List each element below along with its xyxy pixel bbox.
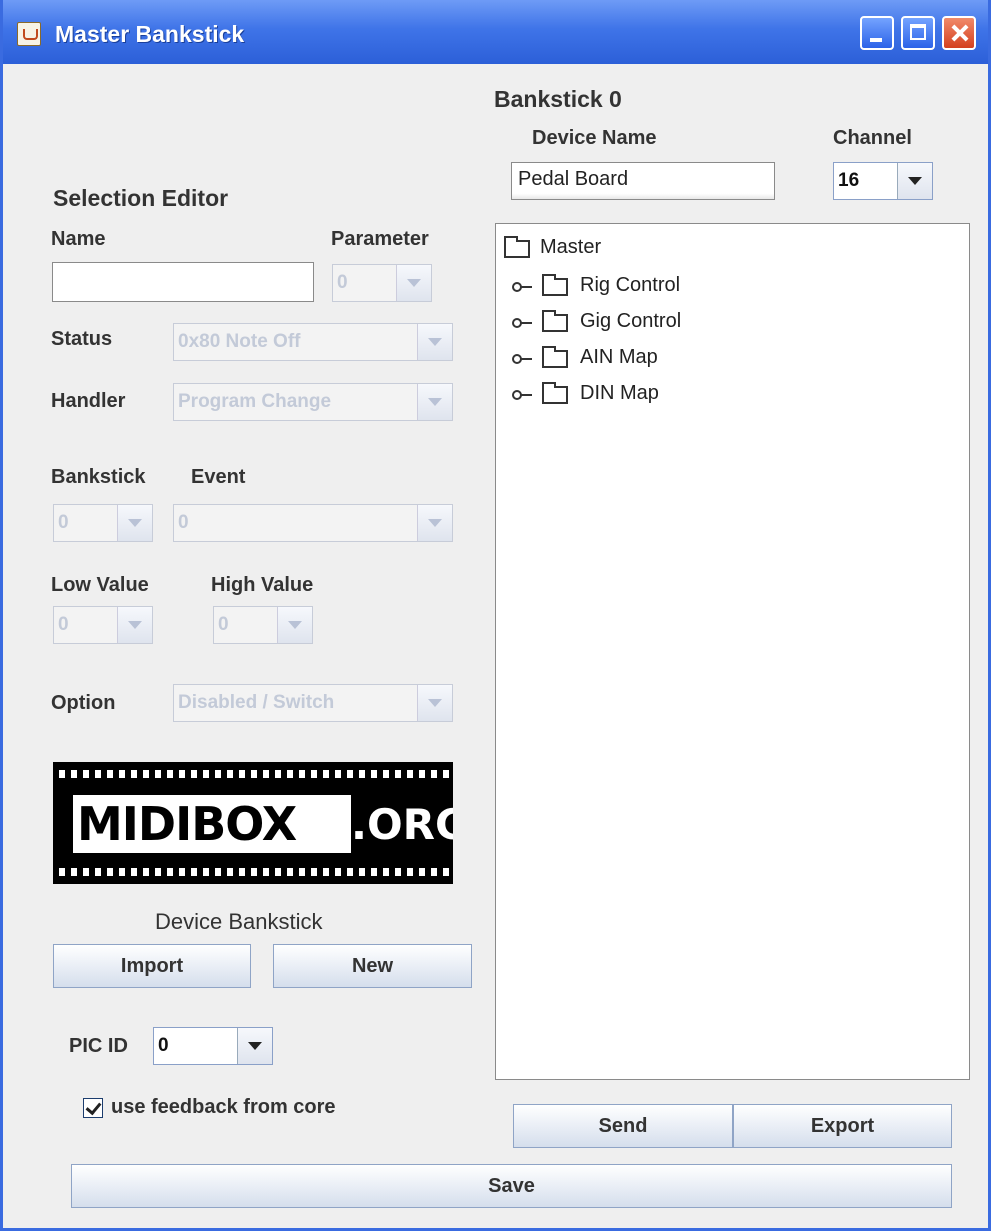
expand-handle-icon[interactable] [512, 354, 532, 364]
save-button[interactable]: Save [71, 1164, 952, 1208]
bankstick-select-value: 0 [58, 512, 69, 533]
option-select-value: Disabled / Switch [178, 692, 335, 713]
logo-text-suffix: .ORG [351, 800, 453, 849]
minimize-button[interactable] [860, 16, 894, 50]
handler-select[interactable]: Program Change [173, 383, 453, 421]
folder-icon [542, 382, 568, 404]
event-select-value: 0 [178, 512, 189, 533]
chevron-down-icon [417, 685, 452, 721]
bankstick-tree[interactable]: Master Rig Control Gig Control AIN Map D… [495, 223, 970, 1080]
logo-text-main: MIDIBOX [77, 797, 297, 851]
chevron-down-icon [117, 505, 152, 541]
logo-chip-pins-top [59, 770, 449, 778]
master-bankstick-window: Master Bankstick Selection Editor Name P… [0, 0, 991, 1231]
new-button[interactable]: New [273, 944, 472, 988]
logo-chip-pins-bottom [59, 868, 449, 876]
bankstick-select[interactable]: 0 [53, 504, 153, 542]
java-icon [17, 22, 41, 46]
high-value-select[interactable]: 0 [213, 606, 313, 644]
expand-handle-icon[interactable] [512, 318, 532, 328]
chevron-down-icon [396, 265, 431, 301]
send-button[interactable]: Send [513, 1104, 733, 1148]
title-bar[interactable]: Master Bankstick [3, 0, 988, 64]
bankstick-label: Bankstick [51, 466, 146, 488]
chevron-down-icon [417, 384, 452, 420]
folder-icon [542, 274, 568, 296]
name-label: Name [51, 228, 106, 250]
folder-icon [542, 346, 568, 368]
high-value-select-value: 0 [218, 614, 229, 635]
option-label: Option [51, 692, 116, 714]
handler-select-value: Program Change [178, 391, 332, 412]
status-select[interactable]: 0x80 Note Off [173, 323, 453, 361]
chevron-down-icon [277, 607, 312, 643]
channel-select-value: 16 [838, 170, 860, 191]
parameter-select[interactable]: 0 [332, 264, 432, 302]
chevron-down-icon [117, 607, 152, 643]
parameter-select-value: 0 [337, 272, 348, 293]
import-button[interactable]: Import [53, 944, 251, 988]
device-name-input[interactable]: Pedal Board [511, 162, 775, 200]
tree-node-din-map[interactable]: DIN Map [580, 382, 659, 405]
pic-id-select-value: 0 [158, 1035, 169, 1056]
low-value-select[interactable]: 0 [53, 606, 153, 644]
chevron-down-icon [417, 505, 452, 541]
expand-handle-icon[interactable] [512, 282, 532, 292]
export-button[interactable]: Export [733, 1104, 952, 1148]
window-title: Master Bankstick [55, 21, 245, 47]
feedback-label[interactable]: use feedback from core [111, 1096, 336, 1119]
name-input[interactable] [52, 262, 314, 302]
folder-icon [504, 236, 530, 258]
high-value-label: High Value [211, 574, 314, 596]
tree-node-rig-control[interactable]: Rig Control [580, 274, 680, 297]
device-bankstick-label: Device Bankstick [155, 909, 323, 934]
maximize-button[interactable] [901, 16, 935, 50]
folder-icon [542, 310, 568, 332]
low-value-select-value: 0 [58, 614, 69, 635]
chevron-down-icon [417, 324, 452, 360]
chevron-down-icon [897, 163, 932, 199]
parameter-label: Parameter [331, 228, 429, 250]
expand-handle-icon[interactable] [512, 390, 532, 400]
midibox-logo: MIDIBOX .ORG [53, 762, 453, 884]
channel-select[interactable]: 16 [833, 162, 933, 200]
pic-id-select[interactable]: 0 [153, 1027, 273, 1065]
option-select[interactable]: Disabled / Switch [173, 684, 453, 722]
pic-id-label: PIC ID [69, 1035, 128, 1057]
close-button[interactable] [942, 16, 976, 50]
device-name-label: Device Name [532, 127, 657, 149]
bankstick-heading: Bankstick 0 [494, 86, 622, 112]
status-label: Status [51, 328, 113, 350]
tree-node-master[interactable]: Master [540, 236, 601, 259]
event-select[interactable]: 0 [173, 504, 453, 542]
chevron-down-icon [237, 1028, 272, 1064]
status-select-value: 0x80 Note Off [178, 331, 301, 352]
tree-node-gig-control[interactable]: Gig Control [580, 310, 681, 333]
tree-node-ain-map[interactable]: AIN Map [580, 346, 658, 369]
feedback-checkbox[interactable] [83, 1098, 103, 1118]
low-value-label: Low Value [51, 574, 149, 596]
event-label: Event [191, 466, 246, 488]
channel-label: Channel [833, 127, 912, 149]
selection-editor-heading: Selection Editor [53, 185, 229, 211]
handler-label: Handler [51, 390, 126, 412]
